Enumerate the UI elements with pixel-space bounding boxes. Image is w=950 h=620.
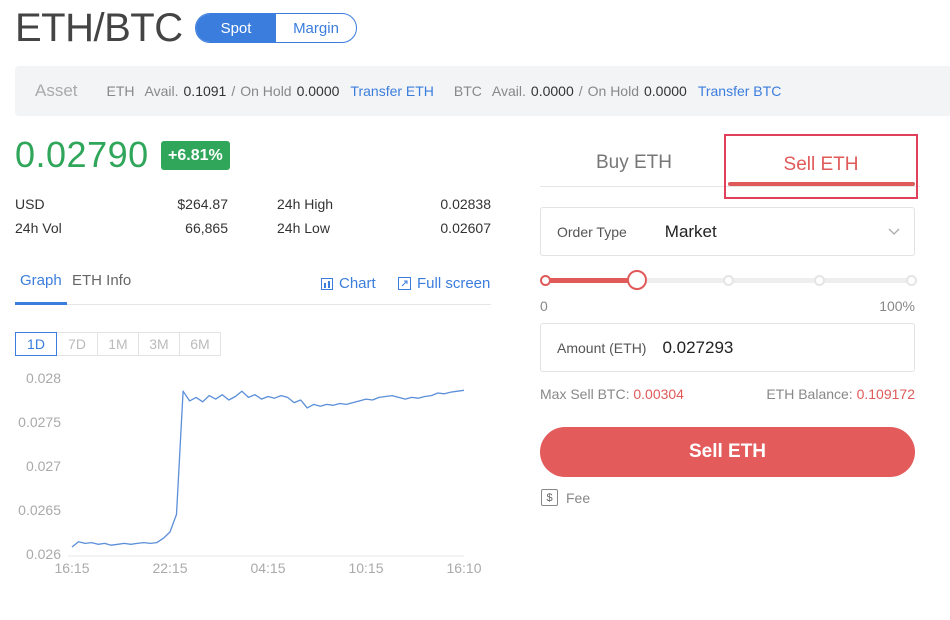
mode-toggle[interactable]: Spot Margin <box>195 13 357 43</box>
pair-title: ETH/BTC <box>15 6 183 50</box>
y-tick-label: 0.028 <box>26 370 61 386</box>
asset-label: Asset <box>35 81 78 100</box>
range-1d-button[interactable]: 1D <box>15 332 57 356</box>
range-1m-button[interactable]: 1M <box>97 332 139 356</box>
eth-avail-value: 0.1091 <box>183 83 227 99</box>
usd-value: $264.87 <box>177 196 228 212</box>
amount-value[interactable]: 0.027293 <box>662 338 733 358</box>
amount-label: Amount (ETH) <box>557 339 647 356</box>
balances: Max Sell BTC: 0.00304 ETH Balance: 0.109… <box>540 386 915 402</box>
high-label: 24h High <box>277 196 334 212</box>
price-chart: 0.0280.02750.0270.02650.02616:15 22:15 04:… <box>18 370 482 576</box>
slider-thumb[interactable] <box>626 270 647 290</box>
x-tick-label: 04:15 <box>250 560 285 576</box>
transfer-eth-link[interactable]: Transfer ETH <box>350 83 434 99</box>
asset-bar: Asset ETH Avail. 0.1091 / On Hold 0.0000… <box>15 66 950 116</box>
eth-hold-label: On Hold <box>240 83 292 99</box>
fullscreen-label: Full screen <box>417 275 491 292</box>
tab-sell-eth[interactable]: Sell ETH <box>724 134 918 199</box>
low-value: 0.02607 <box>440 220 491 236</box>
active-tab-underline <box>728 182 915 186</box>
dollar-icon: $ <box>541 489 558 506</box>
chart-label: Chart <box>339 275 376 292</box>
trade-tabs: Buy ETH Sell ETH <box>540 134 920 199</box>
btc-hold-value: 0.0000 <box>643 83 687 99</box>
fee-link[interactable]: $ Fee <box>541 489 590 506</box>
spot-mode-button[interactable]: Spot <box>196 14 276 42</box>
eth-balance: ETH Balance: 0.109172 <box>766 386 915 402</box>
eth-avail-label: Avail. <box>144 83 179 99</box>
y-tick-label: 0.0265 <box>18 502 61 518</box>
change-badge: +6.81% <box>161 141 230 170</box>
high-value: 0.02838 <box>440 196 491 212</box>
slider-max-label: 100% <box>879 298 915 314</box>
chart-icon <box>321 277 333 290</box>
range-6m-button[interactable]: 6M <box>179 332 221 356</box>
vol-label: 24h Vol <box>15 220 62 236</box>
fee-label: Fee <box>566 489 591 506</box>
x-tick-label: 10:15 <box>348 560 383 576</box>
btc-avail-label: Avail. <box>491 83 526 99</box>
sell-eth-button[interactable]: Sell ETH <box>540 427 915 477</box>
chevron-down-icon <box>888 228 900 236</box>
slider-min-label: 0 <box>540 298 548 314</box>
ticker-stats: USD $264.87 24h High 0.02838 24h Vol 66,… <box>15 192 491 240</box>
chart-tabs: Graph ETH Info Chart Full screen <box>15 266 491 305</box>
range-selector: 1D 7D 1M 3M 6M <box>15 332 221 356</box>
btc-hold-label: On Hold <box>587 83 639 99</box>
last-price: 0.02790 <box>15 134 149 175</box>
y-tick-label: 0.0275 <box>18 414 61 430</box>
max-sell-value: 0.00304 <box>633 386 684 402</box>
range-7d-button[interactable]: 7D <box>56 332 98 356</box>
btc-avail-value: 0.0000 <box>530 83 574 99</box>
tab-graph[interactable]: Graph <box>20 272 62 289</box>
tab-eth-info[interactable]: ETH Info <box>72 272 131 289</box>
fullscreen-icon <box>398 277 411 290</box>
slider-step-dot[interactable] <box>814 275 825 286</box>
active-tab-underline <box>15 302 67 305</box>
y-tick-label: 0.027 <box>26 458 61 474</box>
order-type-label: Order Type <box>557 223 627 240</box>
separator: / <box>231 83 236 99</box>
eth-balance-value: 0.109172 <box>856 386 915 402</box>
eth-symbol: ETH <box>106 83 135 99</box>
vol-value: 66,865 <box>185 220 228 236</box>
slider-step-dot[interactable] <box>539 275 551 286</box>
slider-step-dot[interactable] <box>905 275 917 286</box>
transfer-btc-link[interactable]: Transfer BTC <box>698 83 782 99</box>
slider-fill <box>545 278 637 283</box>
price-series-line <box>71 389 465 548</box>
fullscreen-button[interactable]: Full screen <box>398 275 490 292</box>
low-label: 24h Low <box>277 220 330 236</box>
order-type-select[interactable]: Order Type Market <box>540 207 915 256</box>
margin-mode-button[interactable]: Margin <box>276 14 356 42</box>
amount-field[interactable]: Amount (ETH) 0.027293 <box>540 323 915 372</box>
tab-buy-eth[interactable]: Buy ETH <box>540 134 728 199</box>
slider-step-dot[interactable] <box>722 275 734 286</box>
max-sell-label: Max Sell BTC: <box>540 386 630 402</box>
x-tick-label: 22:15 <box>152 560 187 576</box>
range-3m-button[interactable]: 3M <box>138 332 180 356</box>
amount-slider[interactable] <box>539 268 917 292</box>
eth-hold-value: 0.0000 <box>296 83 340 99</box>
order-type-value: Market <box>664 221 717 241</box>
btc-symbol: BTC <box>453 83 482 99</box>
eth-balance-label: ETH Balance: <box>766 386 853 402</box>
slider-labels: 0 100% <box>540 298 915 314</box>
x-tick-label: 16:15 <box>54 560 89 576</box>
max-sell: Max Sell BTC: 0.00304 <box>540 386 684 402</box>
chart-button[interactable]: Chart <box>321 275 376 292</box>
usd-label: USD <box>15 196 45 212</box>
x-tick-label: 16:10 <box>446 560 481 576</box>
separator: / <box>578 83 583 99</box>
